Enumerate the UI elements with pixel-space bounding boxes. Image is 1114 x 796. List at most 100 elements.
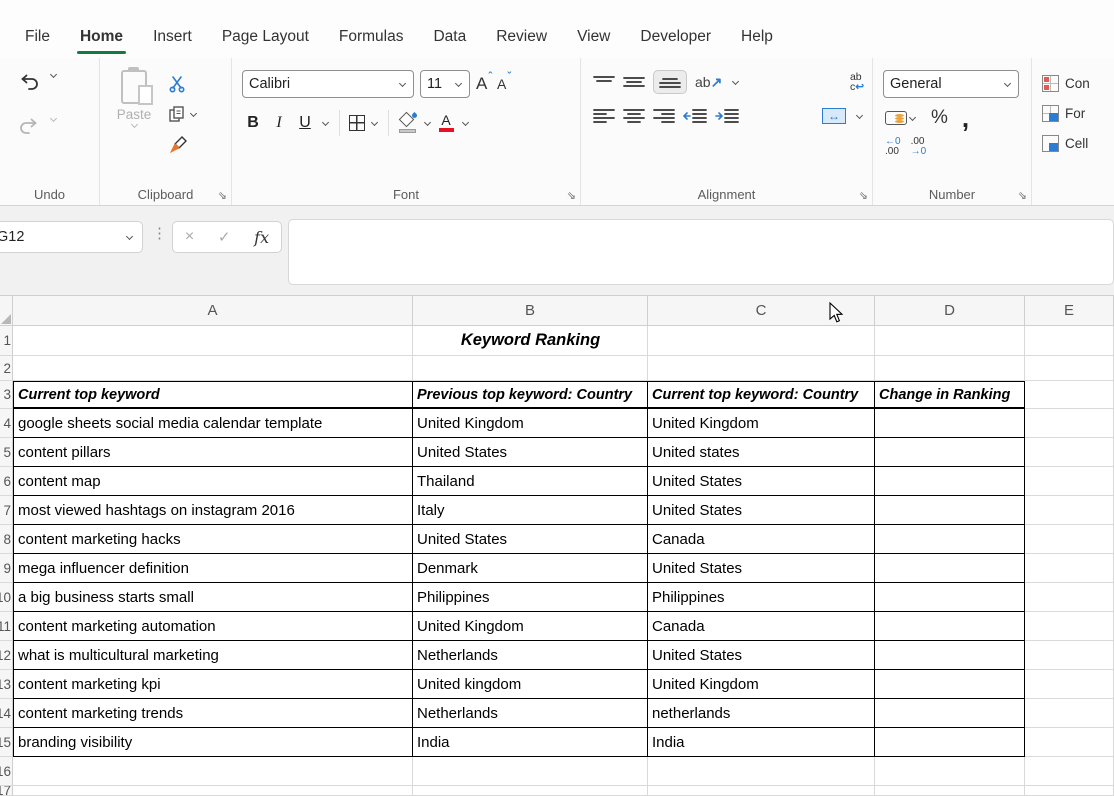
cell-C11[interactable]: Canada xyxy=(648,612,875,641)
cell-C2[interactable] xyxy=(648,356,875,381)
cell-A11[interactable]: content marketing automation xyxy=(13,612,413,641)
merge-center-dropdown-chevron[interactable] xyxy=(856,111,863,118)
row-header-12[interactable]: 12 xyxy=(0,641,13,670)
wrap-text-button[interactable]: ab c↩ xyxy=(850,72,864,92)
borders-dropdown-chevron[interactable] xyxy=(371,118,378,125)
cell-A4[interactable]: google sheets social media calendar temp… xyxy=(13,409,413,438)
cell-D10[interactable] xyxy=(875,583,1025,612)
cell-B17[interactable] xyxy=(413,786,648,796)
cell-B5[interactable]: United States xyxy=(413,438,648,467)
cell-E10[interactable] xyxy=(1025,583,1114,612)
undo-button[interactable] xyxy=(18,72,40,92)
cell-E8[interactable] xyxy=(1025,525,1114,554)
cell-D7[interactable] xyxy=(875,496,1025,525)
cell-E4[interactable] xyxy=(1025,409,1114,438)
grow-font-button[interactable]: Aˆ xyxy=(476,74,491,94)
cell-C15[interactable]: India xyxy=(648,728,875,757)
underline-dropdown-chevron[interactable] xyxy=(322,118,329,125)
increase-decimal-button[interactable]: ←0.00 xyxy=(885,137,901,157)
cell-D5[interactable] xyxy=(875,438,1025,467)
number-dialog-launcher[interactable]: ⇘ xyxy=(1018,189,1027,202)
cell-D2[interactable] xyxy=(875,356,1025,381)
fill-color-dropdown-chevron[interactable] xyxy=(424,118,431,125)
cell-A6[interactable]: content map xyxy=(13,467,413,496)
cell-A7[interactable]: most viewed hashtags on instagram 2016 xyxy=(13,496,413,525)
cell-E9[interactable] xyxy=(1025,554,1114,583)
conditional-formatting-button[interactable]: Con xyxy=(1042,68,1114,98)
middle-align-button[interactable] xyxy=(623,75,645,89)
cell-A9[interactable]: mega influencer definition xyxy=(13,554,413,583)
cell-C6[interactable]: United States xyxy=(648,467,875,496)
cell-B15[interactable]: India xyxy=(413,728,648,757)
paste-dropdown-chevron[interactable] xyxy=(131,121,138,128)
cell-B12[interactable]: Netherlands xyxy=(413,641,648,670)
font-color-dropdown-chevron[interactable] xyxy=(462,118,469,125)
cell-D13[interactable] xyxy=(875,670,1025,699)
top-align-button[interactable] xyxy=(593,75,615,89)
row-header-17[interactable]: 17 xyxy=(0,786,13,796)
align-center-button[interactable] xyxy=(623,109,645,123)
align-right-button[interactable] xyxy=(653,109,675,123)
row-header-4[interactable]: 4 xyxy=(0,409,13,438)
tab-review[interactable]: Review xyxy=(481,20,562,58)
cell-D4[interactable] xyxy=(875,409,1025,438)
cell-D3[interactable]: Change in Ranking xyxy=(875,381,1025,409)
cell-E15[interactable] xyxy=(1025,728,1114,757)
tab-view[interactable]: View xyxy=(562,20,625,58)
cell-D12[interactable] xyxy=(875,641,1025,670)
cell-A14[interactable]: content marketing trends xyxy=(13,699,413,728)
row-header-10[interactable]: 10 xyxy=(0,583,13,612)
redo-button[interactable] xyxy=(18,116,40,136)
alignment-dialog-launcher[interactable]: ⇘ xyxy=(859,189,868,202)
cell-A13[interactable]: content marketing kpi xyxy=(13,670,413,699)
fill-color-button[interactable] xyxy=(398,113,418,133)
cell-D14[interactable] xyxy=(875,699,1025,728)
cell-D11[interactable] xyxy=(875,612,1025,641)
cell-E12[interactable] xyxy=(1025,641,1114,670)
tab-formulas[interactable]: Formulas xyxy=(324,20,419,58)
format-as-table-button[interactable]: For xyxy=(1042,98,1114,128)
cell-C5[interactable]: United states xyxy=(648,438,875,467)
cell-D17[interactable] xyxy=(875,786,1025,796)
decrease-indent-button[interactable] xyxy=(683,109,707,123)
font-dialog-launcher[interactable]: ⇘ xyxy=(567,189,576,202)
redo-dropdown-chevron[interactable] xyxy=(50,115,57,122)
tab-developer[interactable]: Developer xyxy=(625,20,726,58)
cell-C17[interactable] xyxy=(648,786,875,796)
comma-style-button[interactable]: , xyxy=(962,113,969,123)
row-header-8[interactable]: 8 xyxy=(0,525,13,554)
tab-data[interactable]: Data xyxy=(418,20,481,58)
tab-insert[interactable]: Insert xyxy=(138,20,207,58)
cell-B10[interactable]: Philippines xyxy=(413,583,648,612)
paste-button[interactable]: Paste xyxy=(110,70,158,205)
cell-C1[interactable] xyxy=(648,326,875,356)
cell-B4[interactable]: United Kingdom xyxy=(413,409,648,438)
clipboard-dialog-launcher[interactable]: ⇘ xyxy=(218,189,227,202)
align-left-button[interactable] xyxy=(593,109,615,123)
font-size-combobox[interactable]: 11 xyxy=(420,70,470,98)
select-all-corner[interactable] xyxy=(0,296,13,326)
name-box[interactable]: G12 xyxy=(0,221,143,253)
font-color-button[interactable]: A xyxy=(436,114,456,132)
row-header-14[interactable]: 14 xyxy=(0,699,13,728)
tab-page-layout[interactable]: Page Layout xyxy=(207,20,324,58)
font-name-combobox[interactable]: Calibri xyxy=(242,70,414,98)
cell-A1[interactable] xyxy=(13,326,413,356)
row-header-9[interactable]: 9 xyxy=(0,554,13,583)
cell-D6[interactable] xyxy=(875,467,1025,496)
cell-A8[interactable]: content marketing hacks xyxy=(13,525,413,554)
cell-D9[interactable] xyxy=(875,554,1025,583)
decrease-decimal-button[interactable]: .00→0 xyxy=(911,137,927,157)
format-painter-button[interactable] xyxy=(168,132,198,156)
tab-home[interactable]: Home xyxy=(65,20,138,58)
cell-B11[interactable]: United Kingdom xyxy=(413,612,648,641)
row-header-13[interactable]: 13 xyxy=(0,670,13,699)
cell-E5[interactable] xyxy=(1025,438,1114,467)
cell-C13[interactable]: United Kingdom xyxy=(648,670,875,699)
cell-C9[interactable]: United States xyxy=(648,554,875,583)
cell-B14[interactable]: Netherlands xyxy=(413,699,648,728)
cell-D1[interactable] xyxy=(875,326,1025,356)
orientation-dropdown-chevron[interactable] xyxy=(732,77,739,84)
cell-E11[interactable] xyxy=(1025,612,1114,641)
number-format-combobox[interactable]: General xyxy=(883,70,1019,98)
